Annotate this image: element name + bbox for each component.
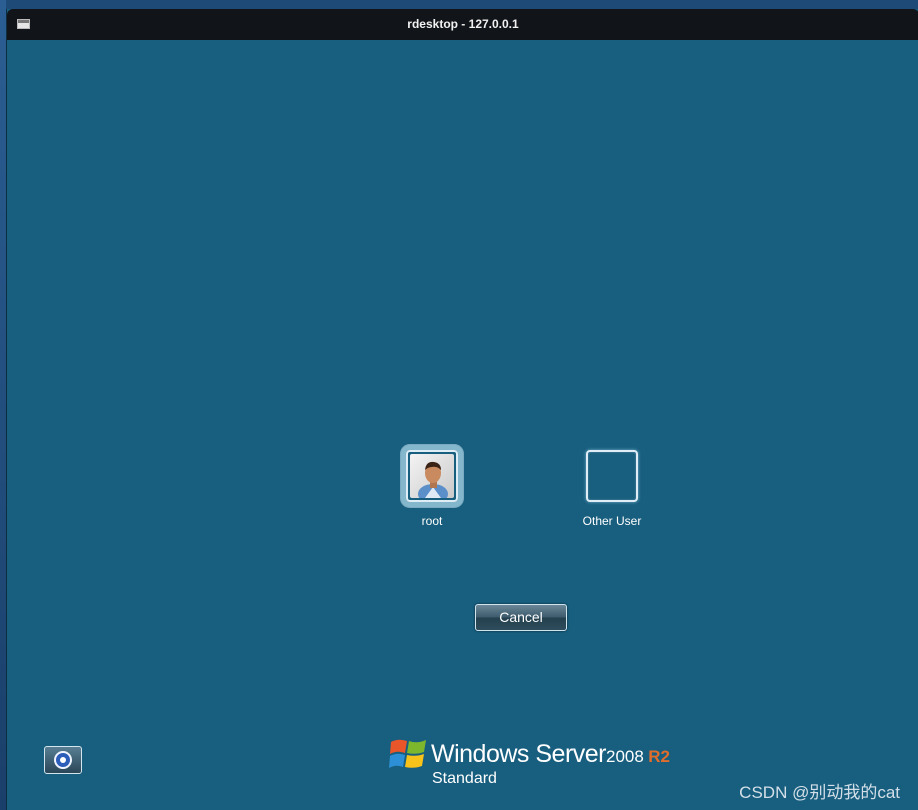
user-tile-root[interactable]: root [362,450,502,528]
title-bar[interactable]: rdesktop - 127.0.0.1 [7,9,918,40]
user-name-label: root [421,514,443,528]
ease-of-access-icon [54,751,72,769]
rdesktop-window: rdesktop - 127.0.0.1 root Other User Can… [6,9,918,810]
logon-screen: root Other User Cancel Windows Server200… [7,40,918,810]
window-title: rdesktop - 127.0.0.1 [407,17,519,31]
ease-of-access-button[interactable] [44,746,82,774]
watermark: CSDN @别动我的cat [739,783,900,802]
user-avatar-icon [410,454,454,498]
user-name-label: Other User [582,514,642,528]
product-edition: Standard [432,770,497,787]
product-version: 2008 [606,747,644,766]
user-tile-other[interactable]: Other User [542,450,682,528]
blank-user-tile[interactable] [586,450,638,502]
user-picture-frame[interactable] [406,450,458,502]
product-name: Windows Server [431,740,607,768]
windows-server-branding: Windows Server2008 R2 Standard [389,734,671,790]
product-release: R2 [648,747,671,766]
cancel-button[interactable]: Cancel [475,604,567,631]
windows-flag-logo-icon [389,739,426,768]
